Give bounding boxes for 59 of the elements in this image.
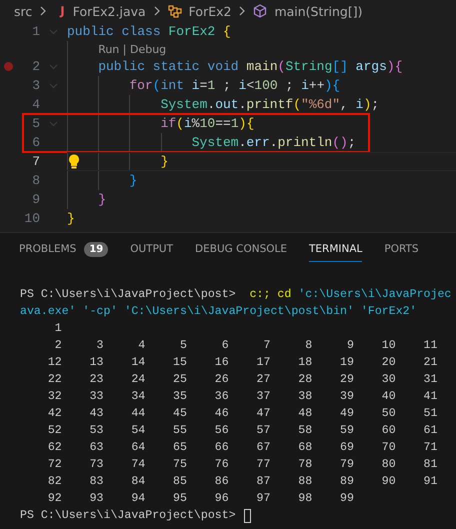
breadcrumb-item[interactable]: main(String[]) bbox=[274, 4, 362, 18]
breadcrumb-item[interactable]: src bbox=[14, 4, 32, 18]
lightbulb-icon[interactable] bbox=[68, 154, 80, 169]
terminal-line: 92 93 94 95 96 97 98 99 bbox=[46, 492, 354, 505]
terminal-line: 72 73 74 75 76 77 78 79 80 81 bbox=[46, 458, 438, 471]
fold-chevron-icon[interactable] bbox=[49, 28, 58, 34]
terminal-line: 42 43 44 45 46 47 48 49 50 51 bbox=[46, 407, 438, 420]
terminal-line: PS C:\Users\i\JavaProject\post> c:; cd 'c:\Users\i\JavaProjec bbox=[20, 288, 452, 301]
code-line: System.out.printf("%6d", i); bbox=[160, 97, 380, 112]
terminal-line: 32 33 34 35 36 37 38 39 40 41 bbox=[46, 390, 438, 403]
chevron-right-icon bbox=[152, 6, 161, 16]
terminal-line: 1 bbox=[54, 322, 62, 335]
fold-chevron-icon[interactable] bbox=[49, 82, 58, 88]
cube-icon bbox=[253, 4, 268, 18]
line-number: 3 bbox=[31, 78, 40, 93]
terminal-line: PS C:\Users\i\JavaProject\post> bbox=[20, 509, 237, 522]
code-line: } bbox=[98, 192, 106, 207]
panel-tab[interactable]: PROBLEMS 19 bbox=[19, 234, 108, 264]
fold-chevron-icon[interactable] bbox=[49, 64, 58, 70]
line-number: 8 bbox=[31, 173, 40, 188]
codelens-link[interactable]: Run bbox=[98, 42, 120, 56]
terminal-line: 52 53 54 55 56 57 58 59 60 61 bbox=[46, 424, 438, 437]
code-line: public class ForEx2 { bbox=[67, 24, 231, 39]
line-number: 10 bbox=[23, 211, 40, 226]
line-number: 2 bbox=[31, 59, 40, 74]
line-number: 9 bbox=[31, 192, 40, 207]
line-number: 6 bbox=[31, 135, 40, 150]
code-line: } bbox=[67, 211, 75, 226]
panel-tab[interactable]: OUTPUT bbox=[130, 235, 174, 262]
chevron-right-icon bbox=[238, 6, 246, 16]
line-number: 1 bbox=[31, 24, 40, 39]
code-line: if(i%10==1){ bbox=[160, 116, 254, 131]
terminal-line: 2 3 4 5 6 7 8 9 10 11 bbox=[54, 339, 438, 352]
chevron-right-icon bbox=[39, 6, 48, 16]
terminal-line: 62 63 64 65 66 67 68 69 70 71 bbox=[46, 441, 438, 454]
breadcrumb-item[interactable]: ForEx2 bbox=[188, 4, 232, 18]
breadcrumb-item[interactable]: ForEx2.java bbox=[72, 4, 146, 18]
terminal-line: 12 13 14 15 16 17 18 19 20 21 bbox=[46, 356, 438, 369]
panel-tab[interactable]: TERMINAL bbox=[308, 235, 362, 262]
terminal-line: ava.exe' '-cp' 'C:\Users\i\JavaProject\post\bin' 'ForEx2' bbox=[20, 305, 417, 318]
terminal-line: 22 23 24 25 26 27 28 29 30 31 bbox=[46, 373, 438, 386]
breakpoint-dot[interactable] bbox=[4, 62, 12, 71]
codelens-link[interactable]: Debug bbox=[130, 42, 166, 56]
java-file-icon: J bbox=[60, 4, 65, 18]
line-number: 5 bbox=[31, 116, 40, 131]
line-number: 4 bbox=[31, 97, 40, 112]
count-badge: 19 bbox=[84, 242, 108, 256]
code-line: } bbox=[129, 173, 138, 188]
code-line: public static void main(String[] args){ bbox=[98, 59, 402, 74]
panel-tab[interactable]: DEBUG CONSOLE bbox=[195, 235, 287, 262]
code-line: } bbox=[160, 154, 168, 169]
panel-tab[interactable]: PORTS bbox=[384, 235, 419, 262]
code-line: for(int i=1 ; i<100 ; i++){ bbox=[129, 78, 340, 93]
terminal-line: 82 83 84 85 86 87 88 89 90 91 bbox=[46, 475, 438, 488]
fold-chevron-icon[interactable] bbox=[49, 120, 58, 126]
code-line: System.err.println(); bbox=[192, 135, 356, 150]
codelens: Run | Debug bbox=[98, 42, 166, 56]
line-number: 7 bbox=[31, 154, 40, 169]
class-icon bbox=[168, 4, 182, 18]
